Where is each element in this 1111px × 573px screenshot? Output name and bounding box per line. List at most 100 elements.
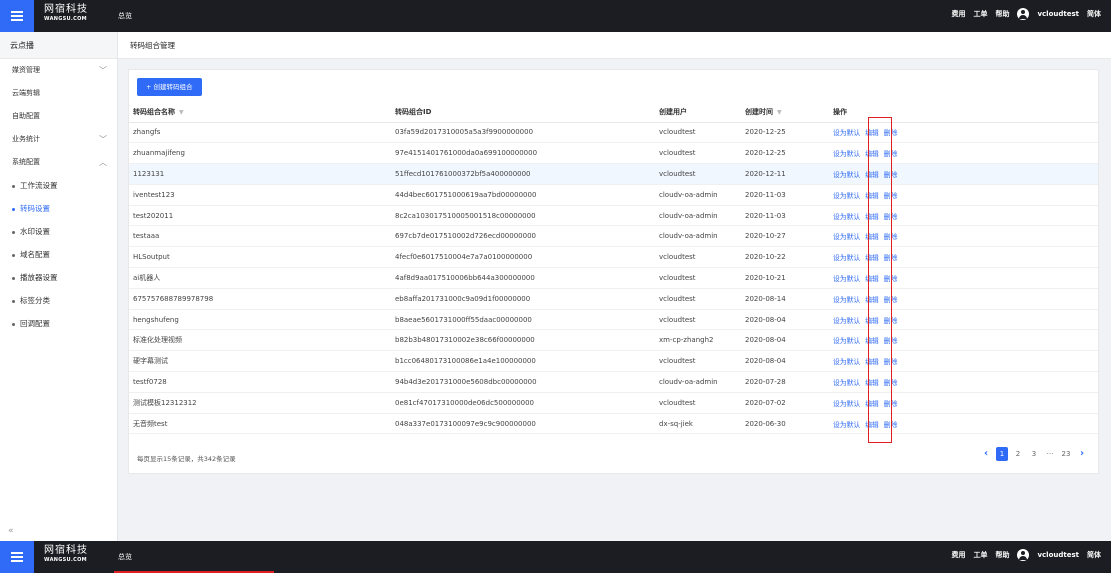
- cell-id: 8c2ca103017510005001518c00000000: [395, 205, 659, 227]
- bottom-bar: 网宿科技 WANGSU.COM 总览 费用 工单 帮助 vcloudtest 简…: [0, 541, 1111, 573]
- sidebar-subitem-label: 水印设置: [20, 227, 50, 236]
- set-default-link[interactable]: 设为默认: [833, 275, 860, 283]
- page-number[interactable]: 23: [1060, 447, 1072, 461]
- sidebar-subitem[interactable]: 标签分类: [0, 289, 117, 312]
- cell-id: 44d4bec601751000619aa7bd00000000: [395, 184, 659, 206]
- sidebar-item[interactable]: 云端剪辑: [0, 82, 117, 105]
- sidebar-subitem-label: 工作流设置: [20, 181, 58, 190]
- page-number[interactable]: 2: [1012, 447, 1024, 461]
- set-default-link[interactable]: 设为默认: [833, 192, 860, 200]
- sidebar-item[interactable]: 自助配置: [0, 105, 117, 128]
- col-header-time[interactable]: 创建时间 ▼: [745, 102, 833, 123]
- nav-fee[interactable]: 费用: [951, 550, 965, 560]
- main-panel: + 创建转码组合 转码组合名称 ▼ 转码组合ID 创建用户 创建时间 ▼ 操作 zh…: [128, 69, 1099, 474]
- collapse-sidebar-icon[interactable]: «: [8, 526, 14, 536]
- menu-icon[interactable]: [0, 541, 34, 573]
- user-name[interactable]: vcloudtest: [1037, 10, 1079, 18]
- set-default-link[interactable]: 设为默认: [833, 421, 860, 429]
- cell-name: 标准化处理视频: [129, 329, 395, 352]
- edit-column-highlight-box: [868, 117, 892, 443]
- cell-time: 2020-07-28: [745, 371, 833, 393]
- nav-help[interactable]: 帮助: [995, 550, 1009, 560]
- user-avatar-icon[interactable]: [1017, 549, 1030, 561]
- set-default-link[interactable]: 设为默认: [833, 400, 860, 408]
- col-header-id: 转码组合ID: [395, 102, 659, 123]
- sidebar-subitem-label: 转码设置: [20, 204, 50, 213]
- cell-time: 2020-10-22: [745, 246, 833, 269]
- sidebar-subitem[interactable]: 工作流设置: [0, 174, 117, 197]
- table-row: 无音频test 048a337e0173100097e9c9c900000000 d…: [129, 413, 1098, 435]
- set-default-link[interactable]: 设为默认: [833, 317, 860, 325]
- menu-icon[interactable]: [0, 0, 34, 32]
- cell-time: 2020-07-02: [745, 392, 833, 414]
- top-right-menu: 费用 工单 帮助 vcloudtest 简体: [951, 549, 1101, 561]
- nav-overview[interactable]: 总览: [118, 552, 132, 562]
- cell-id: eb8affa201731000c9a09d1f00000000: [395, 288, 659, 310]
- set-default-link[interactable]: 设为默认: [833, 171, 860, 179]
- table-row: 标准化处理视频 b82b3b48017310002e38c66f00000000 x…: [129, 329, 1098, 352]
- user-name[interactable]: vcloudtest: [1037, 551, 1079, 559]
- nav-ticket[interactable]: 工单: [973, 9, 987, 19]
- chevron-icon: ︿: [99, 158, 107, 167]
- page-number[interactable]: 3: [1028, 447, 1040, 461]
- next-page-icon[interactable]: ›: [1076, 447, 1088, 461]
- cell-time: 2020-10-27: [745, 225, 833, 248]
- cell-id: 697cb7de017510002d726ecd00000000: [395, 225, 659, 248]
- sidebar-subitem[interactable]: 水印设置: [0, 220, 117, 243]
- set-default-link[interactable]: 设为默认: [833, 213, 860, 221]
- sidebar-subitem[interactable]: 域名配置: [0, 243, 117, 266]
- cell-name: HLSoutput: [129, 246, 395, 269]
- sidebar-item[interactable]: 业务统计 ﹀: [0, 128, 117, 151]
- nav-ticket[interactable]: 工单: [973, 550, 987, 560]
- cell-user: cloudv-oa-admin: [659, 225, 745, 248]
- set-default-link[interactable]: 设为默认: [833, 254, 860, 262]
- page-ellipsis: ···: [1046, 450, 1054, 458]
- sort-icon[interactable]: ▼: [179, 109, 184, 116]
- nav-fee[interactable]: 费用: [951, 9, 965, 19]
- chevron-icon: ﹀: [99, 135, 107, 144]
- sort-icon[interactable]: ▼: [777, 109, 782, 116]
- set-default-link[interactable]: 设为默认: [833, 296, 860, 304]
- cell-user: vcloudtest: [659, 142, 745, 165]
- brand-logo[interactable]: 网宿科技 WANGSU.COM: [44, 5, 88, 22]
- set-default-link[interactable]: 设为默认: [833, 358, 860, 366]
- set-default-link[interactable]: 设为默认: [833, 337, 860, 345]
- cell-name: testf0728: [129, 371, 395, 393]
- cell-name: 测试模板12312312: [129, 392, 395, 414]
- set-default-link[interactable]: 设为默认: [833, 233, 860, 241]
- sidebar-subitem-label: 标签分类: [20, 296, 50, 305]
- chevron-icon: ﹀: [99, 66, 107, 75]
- table-row: zhuanmajifeng 97e4151401761000da0a6991000…: [129, 142, 1098, 165]
- sidebar-item-label: 自助配置: [12, 112, 40, 120]
- brand-logo-en: WANGSU.COM: [44, 557, 87, 563]
- prev-page-icon[interactable]: ‹: [980, 447, 992, 461]
- col-header-name[interactable]: 转码组合名称 ▼: [129, 102, 395, 123]
- nav-help[interactable]: 帮助: [995, 9, 1009, 19]
- sidebar-subitem[interactable]: 转码设置: [0, 197, 117, 220]
- page-number[interactable]: 1: [996, 447, 1008, 461]
- cell-user: vcloudtest: [659, 392, 745, 414]
- nav-overview[interactable]: 总览: [118, 11, 132, 21]
- sidebar-item-label: 系统配置: [12, 158, 40, 166]
- cell-user: vcloudtest: [659, 350, 745, 373]
- user-avatar-icon[interactable]: [1017, 8, 1030, 20]
- set-default-link[interactable]: 设为默认: [833, 150, 860, 158]
- sidebar-subitem[interactable]: 回调配置: [0, 312, 117, 335]
- cell-id: 94b4d3e201731000e5608dbc00000000: [395, 371, 659, 393]
- cell-user: vcloudtest: [659, 163, 745, 185]
- set-default-link[interactable]: 设为默认: [833, 379, 860, 387]
- sidebar-item[interactable]: 媒资管理 ﹀: [0, 59, 117, 82]
- bullet-icon: [12, 207, 15, 211]
- sidebar-subitem[interactable]: 播放器设置: [0, 266, 117, 289]
- pagination: ‹ 1 2 3 ··· 23 ›: [980, 447, 1088, 461]
- set-default-link[interactable]: 设为默认: [833, 129, 860, 137]
- brand-logo-cn: 网宿科技: [44, 545, 88, 556]
- bullet-icon: [12, 276, 15, 280]
- sidebar-subitem-label: 播放器设置: [20, 273, 58, 282]
- brand-logo[interactable]: 网宿科技 WANGSU.COM: [44, 546, 88, 563]
- cell-id: b82b3b48017310002e38c66f00000000: [395, 329, 659, 352]
- create-transcode-group-button[interactable]: + 创建转码组合: [137, 78, 202, 96]
- sidebar-item[interactable]: 系统配置 ︿: [0, 151, 117, 174]
- language-switch[interactable]: 简体: [1087, 9, 1101, 19]
- language-switch[interactable]: 简体: [1087, 550, 1101, 560]
